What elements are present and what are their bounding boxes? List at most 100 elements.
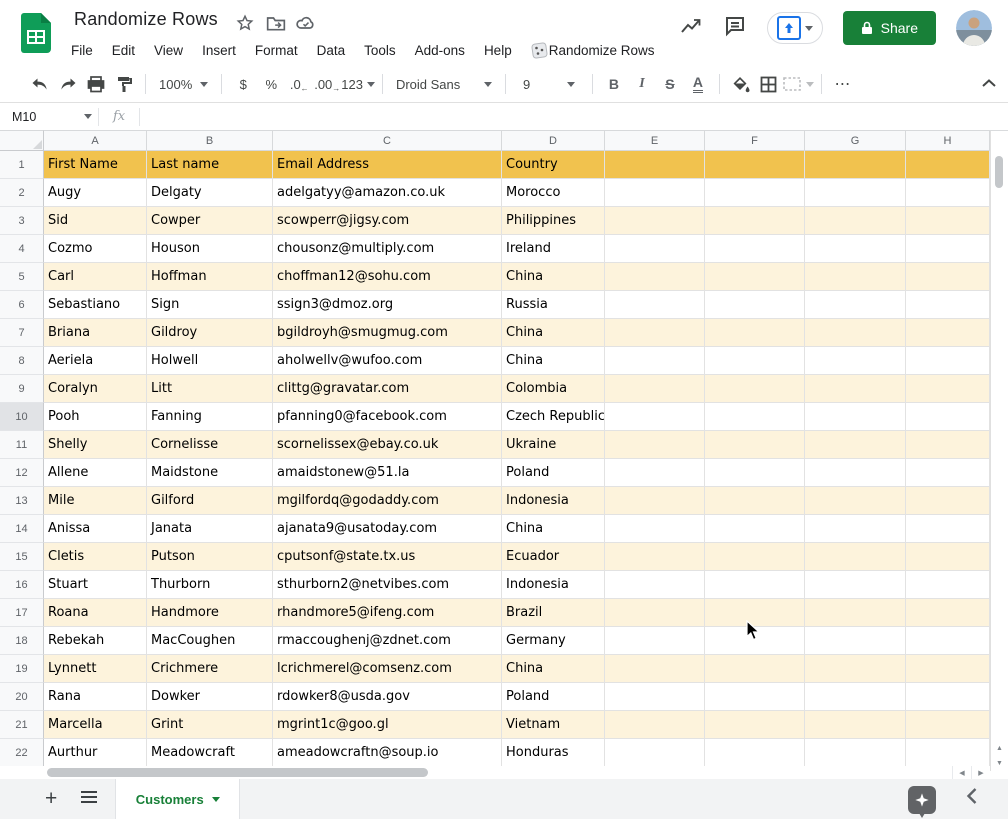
cell-d21[interactable]: Vietnam bbox=[502, 711, 605, 739]
cell-d6[interactable]: Russia bbox=[502, 291, 605, 319]
cell-f5[interactable] bbox=[705, 263, 805, 291]
vertical-scrollbar[interactable] bbox=[990, 131, 1008, 766]
cell-b14[interactable]: Janata bbox=[147, 515, 273, 543]
cell-c8[interactable]: aholwellv@wufoo.com bbox=[273, 347, 502, 375]
document-title[interactable]: Randomize Rows bbox=[74, 9, 218, 30]
fill-color-button[interactable] bbox=[727, 71, 755, 97]
cell-h21[interactable] bbox=[906, 711, 990, 739]
cell-b18[interactable]: MacCoughen bbox=[147, 627, 273, 655]
bold-button[interactable]: B bbox=[600, 71, 628, 97]
cell-a5[interactable]: Carl bbox=[44, 263, 147, 291]
cell-c6[interactable]: ssign3@dmoz.org bbox=[273, 291, 502, 319]
cell-a1[interactable]: First Name bbox=[44, 151, 147, 179]
cell-b2[interactable]: Delgaty bbox=[147, 179, 273, 207]
cell-h15[interactable] bbox=[906, 543, 990, 571]
menu-edit[interactable]: Edit bbox=[112, 43, 135, 58]
cell-h17[interactable] bbox=[906, 599, 990, 627]
cell-e9[interactable] bbox=[605, 375, 705, 403]
cell-h5[interactable] bbox=[906, 263, 990, 291]
cell-h2[interactable] bbox=[906, 179, 990, 207]
paint-format-button[interactable] bbox=[110, 71, 138, 97]
comments-icon[interactable] bbox=[723, 14, 747, 43]
cell-e12[interactable] bbox=[605, 459, 705, 487]
cell-f6[interactable] bbox=[705, 291, 805, 319]
cell-d2[interactable]: Morocco bbox=[502, 179, 605, 207]
sheet-tab-customers[interactable]: Customers bbox=[115, 779, 240, 819]
row-header-14[interactable]: 14 bbox=[0, 515, 44, 543]
cell-b10[interactable]: Fanning bbox=[147, 403, 273, 431]
column-header-f[interactable]: F bbox=[705, 130, 805, 151]
cell-d10[interactable]: Czech Republic bbox=[502, 403, 605, 431]
cell-g3[interactable] bbox=[805, 207, 906, 235]
cell-e13[interactable] bbox=[605, 487, 705, 515]
cell-a17[interactable]: Roana bbox=[44, 599, 147, 627]
cell-f8[interactable] bbox=[705, 347, 805, 375]
cell-g9[interactable] bbox=[805, 375, 906, 403]
cell-a4[interactable]: Cozmo bbox=[44, 235, 147, 263]
cell-b22[interactable]: Meadowcraft bbox=[147, 739, 273, 766]
cell-e7[interactable] bbox=[605, 319, 705, 347]
cell-f15[interactable] bbox=[705, 543, 805, 571]
cell-b9[interactable]: Litt bbox=[147, 375, 273, 403]
cell-d9[interactable]: Colombia bbox=[502, 375, 605, 403]
increase-decimal-button[interactable]: .00→ bbox=[313, 71, 341, 97]
cell-e18[interactable] bbox=[605, 627, 705, 655]
menu-format[interactable]: Format bbox=[255, 43, 298, 58]
cell-f10[interactable] bbox=[705, 403, 805, 431]
font-select[interactable]: Droid Sans bbox=[390, 71, 498, 97]
cell-h6[interactable] bbox=[906, 291, 990, 319]
cell-a18[interactable]: Rebekah bbox=[44, 627, 147, 655]
menu-tools[interactable]: Tools bbox=[364, 43, 396, 58]
cell-d20[interactable]: Poland bbox=[502, 683, 605, 711]
cell-d18[interactable]: Germany bbox=[502, 627, 605, 655]
cell-h13[interactable] bbox=[906, 487, 990, 515]
cell-d16[interactable]: Indonesia bbox=[502, 571, 605, 599]
name-box[interactable]: M10 bbox=[0, 110, 98, 124]
row-header-5[interactable]: 5 bbox=[0, 263, 44, 291]
cell-g17[interactable] bbox=[805, 599, 906, 627]
format-currency-button[interactable]: $ bbox=[229, 71, 257, 97]
cell-g13[interactable] bbox=[805, 487, 906, 515]
cell-g1[interactable] bbox=[805, 151, 906, 179]
cell-h14[interactable] bbox=[906, 515, 990, 543]
menu-help[interactable]: Help bbox=[484, 43, 512, 58]
cell-d15[interactable]: Ecuador bbox=[502, 543, 605, 571]
cell-g12[interactable] bbox=[805, 459, 906, 487]
cell-d7[interactable]: China bbox=[502, 319, 605, 347]
row-header-1[interactable]: 1 bbox=[0, 151, 44, 179]
present-button[interactable] bbox=[767, 12, 823, 44]
cell-a21[interactable]: Marcella bbox=[44, 711, 147, 739]
cell-a7[interactable]: Briana bbox=[44, 319, 147, 347]
row-header-7[interactable]: 7 bbox=[0, 319, 44, 347]
cell-f21[interactable] bbox=[705, 711, 805, 739]
show-side-panel-button[interactable] bbox=[966, 787, 978, 810]
cell-b19[interactable]: Crichmere bbox=[147, 655, 273, 683]
cell-f22[interactable] bbox=[705, 739, 805, 766]
cell-h22[interactable] bbox=[906, 739, 990, 766]
column-header-d[interactable]: D bbox=[502, 130, 605, 151]
cell-e22[interactable] bbox=[605, 739, 705, 766]
cell-g16[interactable] bbox=[805, 571, 906, 599]
cell-e17[interactable] bbox=[605, 599, 705, 627]
cell-b11[interactable]: Cornelisse bbox=[147, 431, 273, 459]
cell-c1[interactable]: Email Address bbox=[273, 151, 502, 179]
all-sheets-button[interactable] bbox=[81, 790, 97, 808]
hide-toolbar-button[interactable] bbox=[982, 74, 996, 92]
strikethrough-button[interactable]: S bbox=[656, 71, 684, 97]
cell-g7[interactable] bbox=[805, 319, 906, 347]
row-header-6[interactable]: 6 bbox=[0, 291, 44, 319]
cell-c20[interactable]: rdowker8@usda.gov bbox=[273, 683, 502, 711]
row-header-3[interactable]: 3 bbox=[0, 207, 44, 235]
cell-d19[interactable]: China bbox=[502, 655, 605, 683]
cell-a6[interactable]: Sebastiano bbox=[44, 291, 147, 319]
cell-h12[interactable] bbox=[906, 459, 990, 487]
cell-b5[interactable]: Hoffman bbox=[147, 263, 273, 291]
cell-a19[interactable]: Lynnett bbox=[44, 655, 147, 683]
row-header-12[interactable]: 12 bbox=[0, 459, 44, 487]
cell-e10[interactable] bbox=[605, 403, 705, 431]
menu-data[interactable]: Data bbox=[317, 43, 346, 58]
add-sheet-button[interactable]: + bbox=[45, 787, 57, 811]
cell-d13[interactable]: Indonesia bbox=[502, 487, 605, 515]
cell-f16[interactable] bbox=[705, 571, 805, 599]
cell-g11[interactable] bbox=[805, 431, 906, 459]
